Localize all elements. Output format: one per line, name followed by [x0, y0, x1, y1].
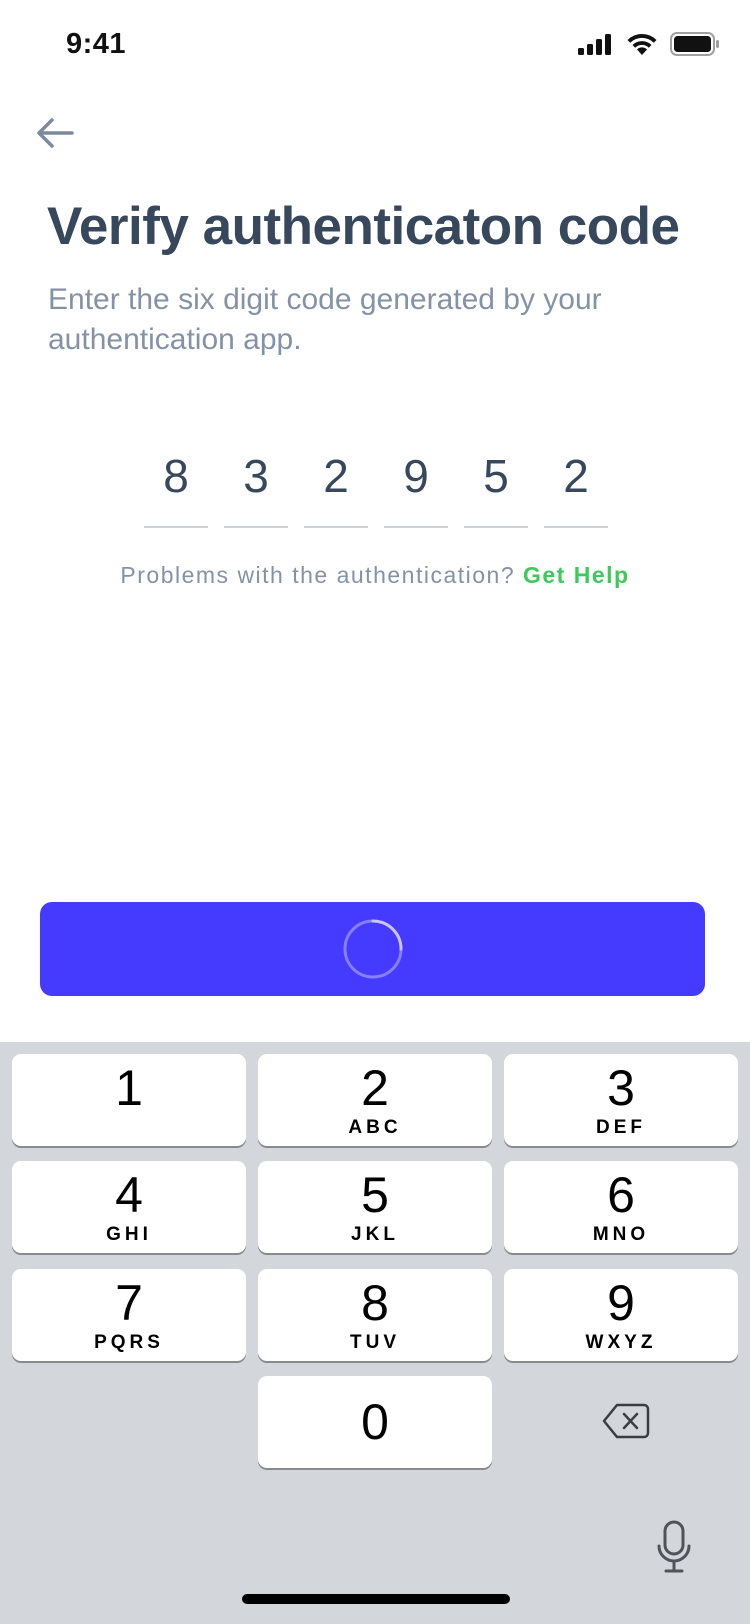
key-2[interactable]: 2 ABC [258, 1054, 492, 1146]
battery-icon [670, 32, 719, 56]
microphone-icon[interactable] [656, 1520, 692, 1574]
home-indicator [242, 1594, 510, 1604]
code-digit-cell[interactable]: 8 [144, 446, 208, 528]
key-number: 8 [361, 1275, 389, 1331]
status-bar: 9:41 [0, 0, 750, 92]
key-number: 7 [115, 1275, 143, 1331]
wifi-icon [627, 33, 657, 55]
key-number: 0 [361, 1394, 389, 1450]
code-digit-cell[interactable]: 3 [224, 446, 288, 528]
key-letters: GHI [106, 1224, 152, 1245]
code-digit: 9 [403, 450, 429, 502]
code-input[interactable]: 8 3 2 9 5 2 [144, 446, 608, 528]
key-4[interactable]: 4 GHI [12, 1161, 246, 1253]
key-letters: WXYZ [585, 1332, 657, 1353]
backspace-icon [602, 1403, 650, 1439]
key-1[interactable]: 1 [12, 1054, 246, 1146]
page-title: Verify authenticaton code [47, 197, 680, 256]
key-letters: PQRS [94, 1332, 164, 1353]
key-number: 3 [607, 1060, 635, 1116]
key-6[interactable]: 6 MNO [504, 1161, 738, 1253]
status-icons [578, 32, 720, 56]
get-help-link[interactable]: Get Help [523, 562, 630, 588]
key-letters: JKL [351, 1224, 399, 1245]
key-letters: MNO [592, 1224, 650, 1245]
code-digit: 3 [243, 450, 269, 502]
subtitle: Enter the six digit code generated by yo… [48, 283, 602, 356]
code-digit-cell[interactable]: 9 [384, 446, 448, 528]
key-3[interactable]: 3 DEF [504, 1054, 738, 1146]
key-number: 1 [115, 1060, 143, 1116]
help-text: Problems with the authentication? [120, 562, 516, 588]
key-letters: ABC [348, 1117, 402, 1138]
key-letters: TUV [350, 1332, 400, 1353]
back-button[interactable] [30, 108, 80, 158]
spinner-icon [343, 919, 402, 979]
key-9[interactable]: 9 WXYZ [504, 1269, 738, 1361]
verify-button[interactable] [40, 902, 705, 996]
key-0[interactable]: 0 [258, 1376, 492, 1468]
key-number: 6 [607, 1167, 635, 1223]
key-5[interactable]: 5 JKL [258, 1161, 492, 1253]
code-digit: 2 [563, 450, 589, 502]
back-arrow-icon [37, 118, 74, 148]
help-line: Problems with the authentication? Get He… [0, 562, 750, 589]
status-time: 9:41 [66, 28, 127, 60]
code-digit: 8 [163, 450, 189, 502]
code-digit-cell[interactable]: 2 [304, 446, 368, 528]
key-number: 2 [361, 1060, 389, 1116]
key-letters: DEF [596, 1117, 646, 1138]
code-digit: 5 [483, 450, 509, 502]
code-digit-cell[interactable]: 2 [544, 446, 608, 528]
code-digit: 2 [323, 450, 349, 502]
key-number: 4 [115, 1167, 143, 1223]
key-8[interactable]: 8 TUV [258, 1269, 492, 1361]
backspace-key[interactable] [596, 1400, 656, 1442]
key-number: 9 [607, 1275, 635, 1331]
code-digit-cell[interactable]: 5 [464, 446, 528, 528]
signal-icon [578, 34, 611, 55]
key-number: 5 [361, 1167, 389, 1223]
key-7[interactable]: 7 PQRS [12, 1269, 246, 1361]
